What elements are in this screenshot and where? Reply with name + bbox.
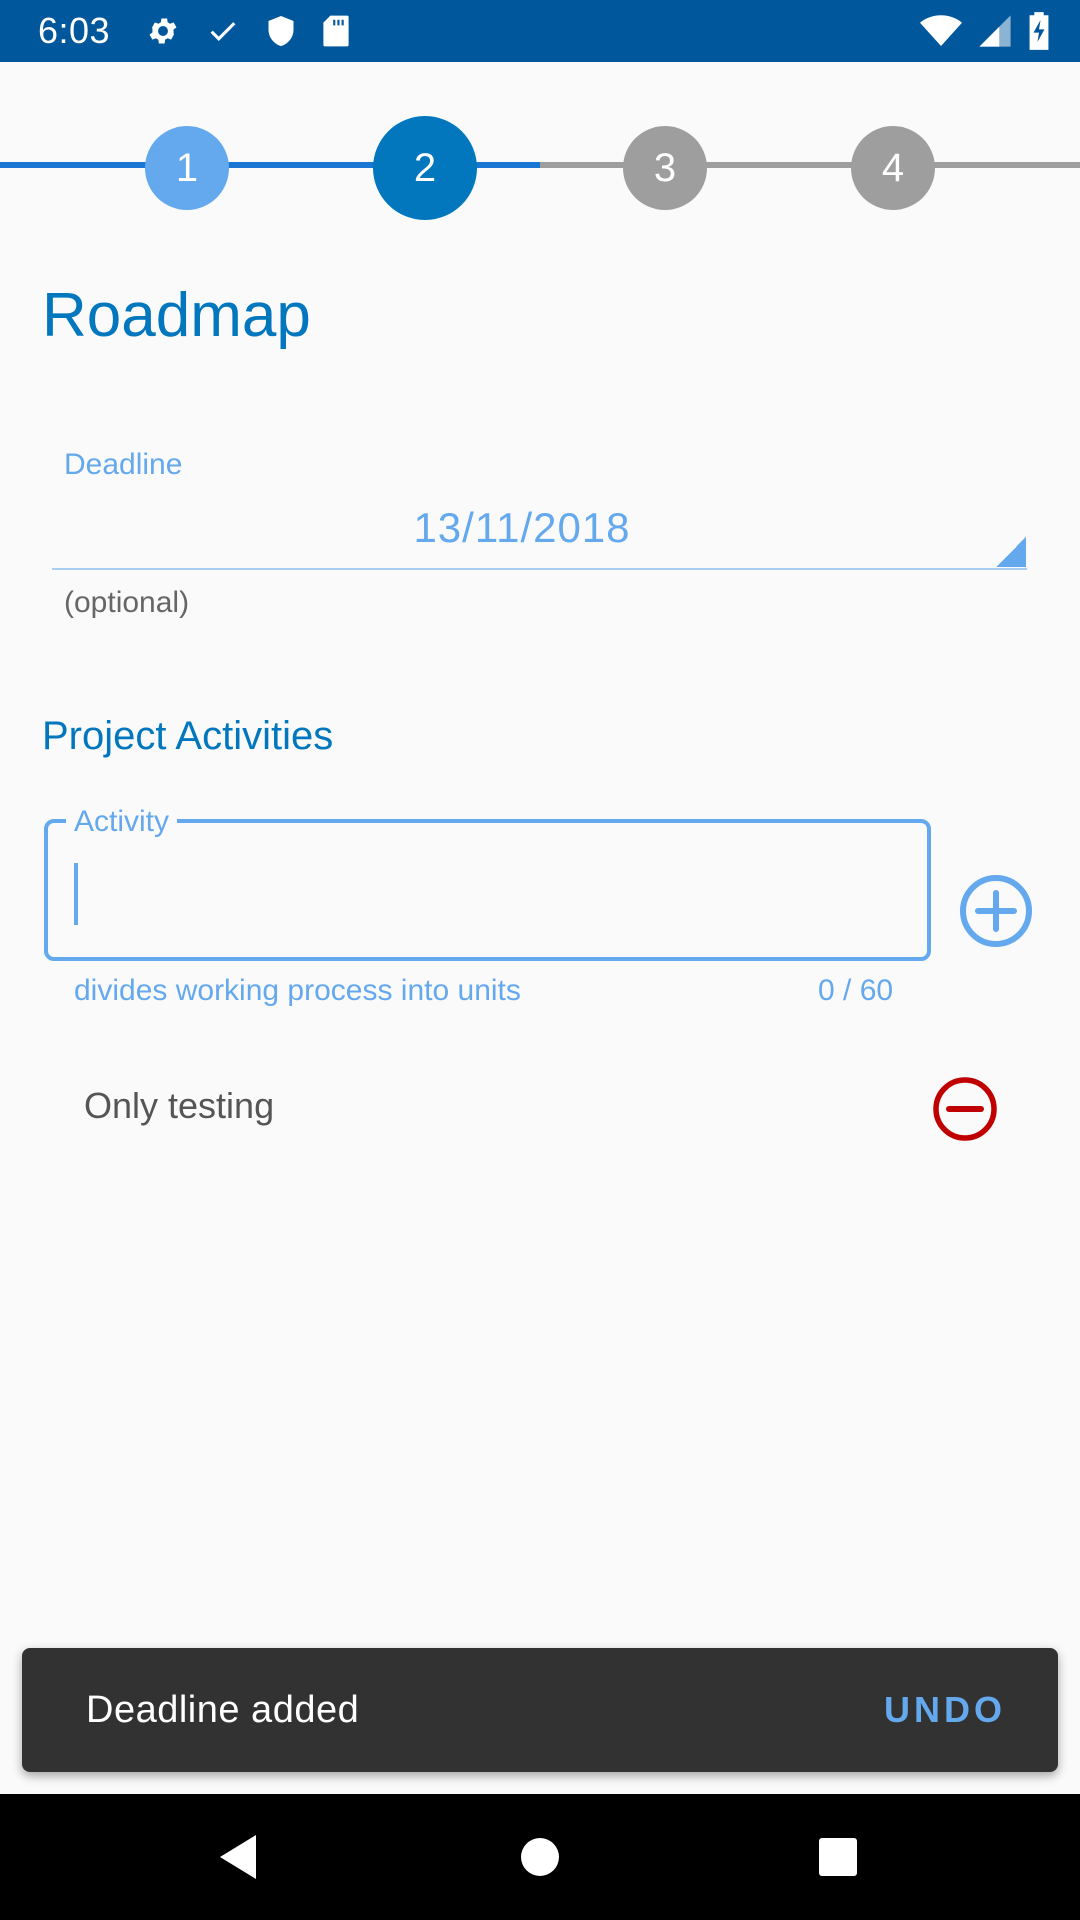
section-title-activities: Project Activities bbox=[42, 714, 334, 758]
step-3-label: 3 bbox=[653, 145, 677, 190]
activity-input[interactable] bbox=[66, 855, 906, 931]
activity-input-label: Activity bbox=[66, 805, 178, 839]
snackbar-message: Deadline added bbox=[86, 1688, 360, 1731]
status-time: 6:03 bbox=[38, 10, 111, 51]
snackbar: Deadline added UNDO bbox=[22, 1648, 1058, 1772]
status-bar: 6:03 bbox=[0, 0, 1080, 62]
step-4-label: 4 bbox=[881, 145, 905, 190]
activity-helper-text: divides working process into units bbox=[74, 974, 521, 1007]
deadline-hint: (optional) bbox=[64, 586, 190, 619]
deadline-label: Deadline bbox=[64, 448, 183, 481]
status-right bbox=[920, 12, 1050, 50]
battery-charging-icon bbox=[1028, 12, 1050, 50]
stepper-line-progress-fade bbox=[470, 162, 540, 168]
screen: 6:03 1 2 3 4 Roadmap Deadline 13/11/2018… bbox=[0, 0, 1080, 1920]
text-cursor bbox=[74, 863, 78, 925]
step-2[interactable]: 2 bbox=[373, 116, 477, 220]
dropdown-corner-icon[interactable] bbox=[996, 537, 1026, 567]
step-4[interactable]: 4 bbox=[851, 126, 935, 210]
remove-activity-button[interactable] bbox=[930, 1074, 1000, 1144]
cell-signal-icon bbox=[978, 14, 1012, 48]
home-button[interactable] bbox=[512, 1829, 568, 1885]
page-title: Roadmap bbox=[42, 281, 311, 350]
deadline-field[interactable]: 13/11/2018 bbox=[52, 504, 992, 552]
add-circle-icon bbox=[960, 875, 1032, 947]
step-1[interactable]: 1 bbox=[145, 126, 229, 210]
back-button[interactable] bbox=[210, 1829, 266, 1885]
remove-circle-icon bbox=[933, 1077, 997, 1141]
gear-icon bbox=[146, 14, 180, 48]
wifi-icon bbox=[920, 14, 962, 48]
deadline-underline bbox=[52, 568, 1027, 570]
sd-card-icon bbox=[322, 14, 350, 48]
step-3[interactable]: 3 bbox=[623, 126, 707, 210]
step-2-label: 2 bbox=[413, 145, 437, 190]
stepper-line-remaining bbox=[540, 162, 1080, 168]
recents-icon bbox=[819, 1838, 857, 1876]
activity-item-label: Only testing bbox=[84, 1085, 275, 1126]
activity-char-counter: 0 / 60 bbox=[818, 974, 894, 1007]
navigation-bar bbox=[0, 1794, 1080, 1920]
stepper: 1 2 3 4 bbox=[0, 110, 1080, 220]
recents-button[interactable] bbox=[810, 1829, 866, 1885]
shield-icon bbox=[266, 14, 296, 48]
status-left: 6:03 bbox=[38, 10, 350, 52]
step-1-label: 1 bbox=[175, 145, 199, 190]
home-icon bbox=[521, 1838, 559, 1876]
add-activity-button[interactable] bbox=[958, 873, 1034, 949]
check-icon bbox=[206, 14, 240, 48]
back-icon bbox=[220, 1835, 256, 1879]
undo-button[interactable]: UNDO bbox=[884, 1689, 1006, 1731]
